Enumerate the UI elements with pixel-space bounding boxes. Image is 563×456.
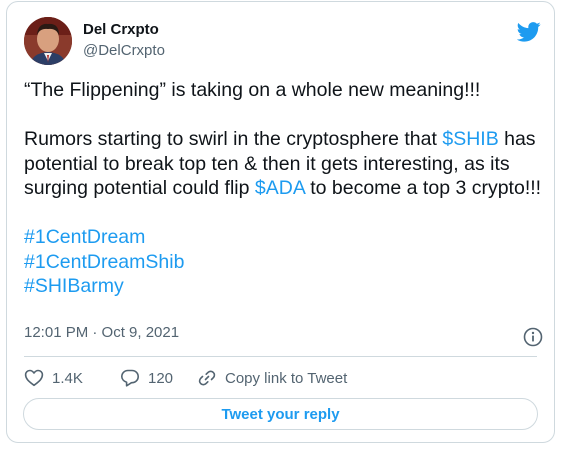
cashtag-shib-link[interactable]: $SHIB	[442, 128, 498, 150]
avatar-image	[24, 17, 72, 65]
link-icon	[198, 370, 216, 386]
tweet-card: Del Crxpto @DelCrxpto “The Flippening” i…	[6, 1, 555, 443]
copy-link-action[interactable]: Copy link to Tweet	[197, 368, 347, 388]
reply-count: 120	[148, 369, 174, 387]
hashtag-link[interactable]: #1CentDreamShib	[24, 250, 544, 275]
divider	[24, 356, 537, 357]
avatar[interactable]	[24, 17, 72, 65]
tweet-timestamp[interactable]: 12:01 PM · Oct 9, 2021	[24, 324, 179, 341]
author-name[interactable]: Del Crxpto	[83, 21, 159, 38]
reply-action[interactable]: 120	[120, 368, 173, 388]
hashtag-link[interactable]: #SHIBarmy	[24, 274, 544, 299]
like-count: 1.4K	[52, 369, 83, 387]
heart-icon	[24, 369, 44, 387]
cashtag-ada-link[interactable]: $ADA	[255, 177, 305, 199]
tweet-text-segment: Rumors starting to swirl in the cryptosp…	[24, 128, 443, 150]
speech-bubble-icon	[121, 369, 139, 387]
hashtag-link[interactable]: #1CentDream	[24, 225, 544, 250]
tweet-text-segment: to become a top 3 crypto!!!	[304, 177, 542, 199]
twitter-bird-icon[interactable]	[516, 22, 541, 42]
tweet-text: “The Flippening” is taking on a whole ne…	[24, 78, 544, 299]
tweet-your-reply-button[interactable]: Tweet your reply	[23, 398, 538, 430]
tweet-line-1: “The Flippening” is taking on a whole ne…	[24, 79, 481, 101]
copy-link-label: Copy link to Tweet	[225, 369, 348, 387]
author-handle[interactable]: @DelCrxpto	[83, 42, 165, 59]
info-icon[interactable]	[523, 327, 543, 347]
tweet-paragraph-2: Rumors starting to swirl in the cryptosp…	[24, 127, 544, 201]
like-action[interactable]: 1.4K	[24, 368, 83, 388]
